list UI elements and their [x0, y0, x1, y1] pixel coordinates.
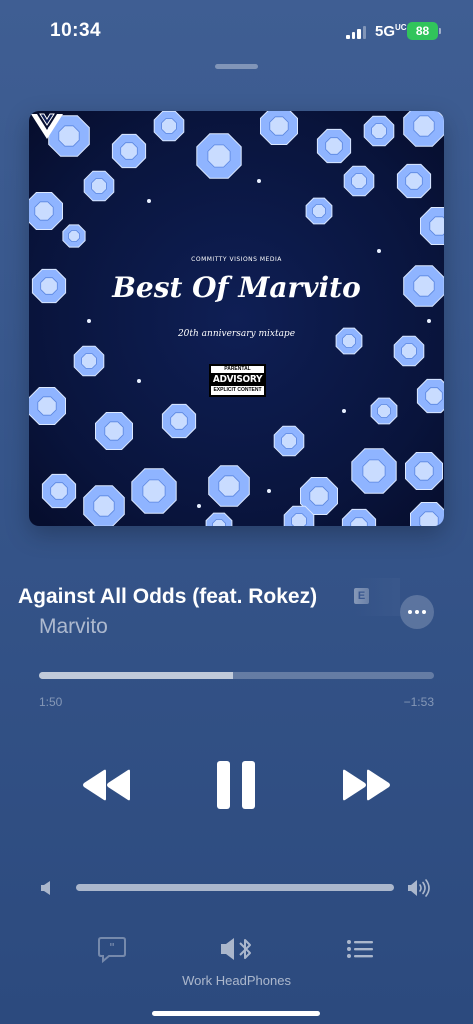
backward-icon — [83, 769, 130, 801]
sparkle — [137, 379, 141, 383]
time-remaining: −1:53 — [403, 695, 434, 709]
diamond-gem — [403, 111, 444, 147]
diamond-gem — [161, 403, 197, 439]
diamond-gem — [316, 128, 352, 164]
diamond-gem — [29, 387, 66, 425]
dot-icon — [422, 610, 426, 614]
diamond-gem — [205, 512, 233, 526]
diamond-gem — [341, 508, 377, 526]
status-bar: 10:34 5GUC 88 — [0, 0, 473, 62]
diamond-gem — [95, 412, 133, 450]
sparkle — [147, 199, 151, 203]
network-indicator: 5GUC — [375, 23, 407, 40]
diamond-gem — [83, 485, 125, 526]
volume-slider[interactable] — [76, 884, 394, 891]
audio-output-button[interactable] — [220, 935, 251, 963]
queue-button[interactable] — [345, 935, 375, 963]
album-artwork: COMMITTY VISIONS MEDIA Best Of Marvito 2… — [29, 111, 444, 526]
sparkle — [342, 409, 346, 413]
brand-logo — [31, 113, 63, 139]
dot-icon — [408, 610, 412, 614]
sparkle — [257, 179, 261, 183]
diamond-gem — [62, 224, 86, 248]
diamond-pattern — [29, 111, 444, 526]
progress-slider[interactable] — [39, 672, 434, 679]
diamond-gem — [111, 133, 147, 169]
parental-advisory-label: PARENTAL ADVISORY EXPLICIT CONTENT — [209, 364, 266, 397]
diamond-gem — [351, 448, 397, 494]
diamond-gem — [260, 111, 298, 145]
time-elapsed: 1:50 — [39, 695, 63, 709]
diamond-gem — [29, 192, 63, 230]
rewind-button[interactable] — [80, 765, 134, 805]
diamond-gem — [73, 345, 105, 377]
lyrics-icon: " — [98, 937, 126, 964]
output-device-label[interactable]: Work HeadPhones — [0, 973, 473, 988]
more-options-button[interactable] — [400, 595, 434, 629]
diamond-gem — [370, 397, 398, 425]
pause-icon — [217, 761, 255, 809]
song-title[interactable]: Against All Odds (feat. Rokez) — [18, 585, 317, 609]
diamond-gem — [83, 170, 115, 202]
sparkle — [87, 319, 91, 323]
lyrics-button[interactable]: " — [97, 935, 127, 964]
home-indicator[interactable] — [152, 1011, 320, 1016]
battery-level: 88 — [415, 24, 430, 38]
forward-icon — [343, 769, 390, 801]
artist-name[interactable]: Marvito — [39, 615, 108, 639]
advisory-main: ADVISORY — [211, 373, 264, 386]
progress-fill — [39, 672, 233, 679]
diamond-gem — [396, 163, 432, 199]
advisory-top: PARENTAL — [224, 366, 251, 372]
sparkle — [377, 249, 381, 253]
diamond-gem — [41, 473, 77, 509]
diamond-gem — [305, 197, 333, 225]
diamond-gem — [410, 502, 444, 526]
sparkle — [427, 319, 431, 323]
network-label: 5G — [375, 23, 396, 40]
diamond-gem — [405, 452, 443, 490]
diamond-gem — [208, 465, 250, 507]
diamond-gem — [343, 165, 375, 197]
forward-button[interactable] — [339, 765, 393, 805]
bluetooth-speaker-icon — [221, 938, 251, 960]
svg-text:": " — [109, 941, 115, 954]
sheet-grabber[interactable] — [215, 64, 258, 69]
status-time: 10:34 — [50, 20, 102, 41]
signal-icon — [346, 26, 366, 39]
network-suffix: UC — [395, 23, 407, 32]
queue-icon — [347, 940, 373, 958]
battery-nub — [439, 28, 441, 34]
sparkle — [267, 489, 271, 493]
title-fade — [355, 578, 400, 616]
diamond-gem — [153, 111, 185, 142]
diamond-gem — [131, 468, 177, 514]
diamond-gem — [363, 115, 395, 147]
dot-icon — [415, 610, 419, 614]
diamond-gem — [416, 378, 444, 414]
artwork-brand: COMMITTY VISIONS MEDIA — [191, 256, 282, 263]
diamond-gem — [393, 335, 425, 367]
battery-icon: 88 — [407, 22, 438, 40]
artwork-title: Best Of Marvito — [112, 271, 361, 304]
volume-low-icon — [41, 881, 50, 895]
artwork-subtitle: 20th anniversary mixtape — [177, 329, 296, 339]
advisory-bottom: EXPLICIT CONTENT — [213, 387, 262, 393]
diamond-gem — [420, 207, 444, 245]
volume-high-icon — [408, 879, 430, 897]
sparkle — [197, 504, 201, 508]
pause-button[interactable] — [211, 755, 261, 815]
diamond-gem — [273, 425, 305, 457]
diamond-gem — [196, 133, 242, 179]
